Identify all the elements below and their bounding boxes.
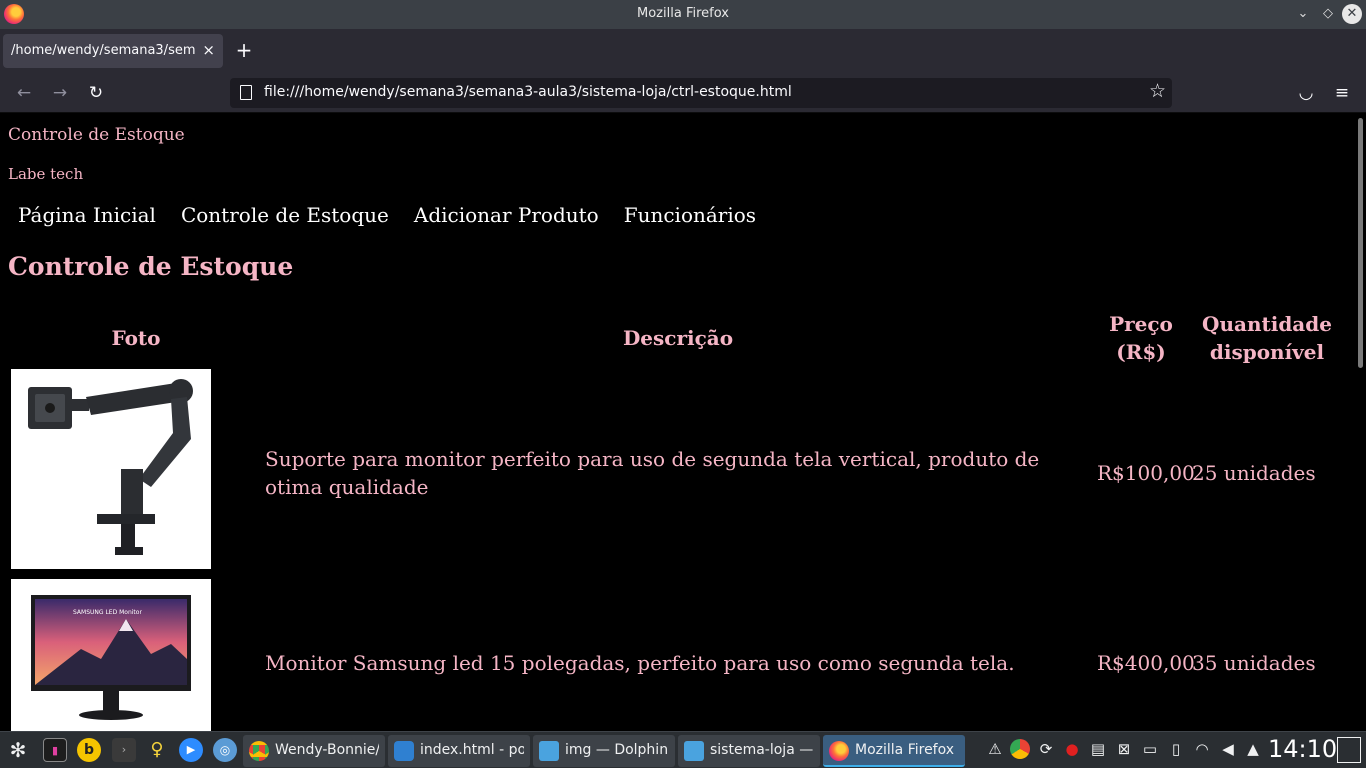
tray-expand-icon[interactable]: ▲ xyxy=(1243,739,1263,759)
page-heading: Controle de Estoque xyxy=(8,252,294,281)
tab-close-icon[interactable]: × xyxy=(202,41,215,59)
col-header-preco: Preço (R$) xyxy=(1109,312,1173,364)
lightbulb-icon[interactable]: ♀ xyxy=(145,738,169,762)
task-label: sistema-loja — ... xyxy=(710,742,814,758)
samsung-monitor-illustration xyxy=(11,579,211,731)
screenshot-icon[interactable]: ⊠ xyxy=(1114,739,1134,759)
row2-quantidade: 35 unidades xyxy=(1192,651,1316,675)
col-header-descricao: Descrição xyxy=(622,326,734,350)
wifi-icon[interactable]: ◠ xyxy=(1192,739,1212,759)
menu-item-pagina-inicial[interactable]: Página Inicial xyxy=(18,203,156,227)
row2-descricao: Monitor Samsung led 15 polegadas, perfei… xyxy=(265,651,1015,675)
menu-item-funcionarios[interactable]: Funcionários xyxy=(624,203,756,227)
product-image-samsung-monitor: SAMSUNG LED Monitor xyxy=(11,579,211,731)
notifications-icon[interactable]: ⚠ xyxy=(985,739,1005,759)
clock[interactable]: 14:10 xyxy=(1268,735,1337,763)
alert-tray-icon[interactable]: ● xyxy=(1062,739,1082,759)
col-header-quantidade: Quantidade disponível xyxy=(1202,312,1332,364)
zoom-icon[interactable]: ▶ xyxy=(179,738,203,762)
pocket-icon[interactable]: ◡ xyxy=(1294,81,1318,105)
folder-icon xyxy=(539,741,559,761)
window-titlebar: Mozilla Firefox ⌄ ◇ ✕ xyxy=(0,0,1366,29)
task-label: index.html - po... xyxy=(420,742,524,758)
url-bar[interactable]: file:///home/wendy/semana3/semana3-aula3… xyxy=(230,78,1172,108)
minimize-icon[interactable]: ⌄ xyxy=(1293,4,1313,24)
url-text[interactable]: file:///home/wendy/semana3/semana3-aula3… xyxy=(264,84,792,100)
row2-preco: R$400,00 xyxy=(1097,651,1195,675)
task-label: img — Dolphin xyxy=(565,742,669,758)
bitwarden-like-app-icon[interactable]: b xyxy=(77,738,101,762)
vscode-icon xyxy=(394,741,414,761)
task-firefox[interactable]: Mozilla Firefox xyxy=(823,735,965,767)
reload-button[interactable]: ↻ xyxy=(84,81,108,105)
tab-label: /home/wendy/semana3/semana3-aula3/sistem… xyxy=(11,43,196,58)
maximize-icon[interactable]: ◇ xyxy=(1318,4,1338,24)
page-scrollbar[interactable] xyxy=(1356,114,1366,731)
show-desktop-button[interactable] xyxy=(1337,737,1361,763)
menu-item-adicionar-produto[interactable]: Adicionar Produto xyxy=(414,203,599,227)
monitor-arm-illustration xyxy=(11,369,211,569)
browser-tab[interactable]: /home/wendy/semana3/semana3-aula3/sistem… xyxy=(3,34,223,68)
navigation-toolbar: ← → ↻ file:///home/wendy/semana3/semana3… xyxy=(0,73,1366,113)
app-menu-button[interactable]: ≡ xyxy=(1330,81,1354,105)
task-dolphin-img[interactable]: img — Dolphin xyxy=(533,735,675,767)
clipboard-icon[interactable]: ▤ xyxy=(1088,739,1108,759)
folder-icon xyxy=(684,741,704,761)
usb-device-icon[interactable]: ▯ xyxy=(1166,739,1186,759)
bookmark-star-icon[interactable]: ☆ xyxy=(1149,80,1166,102)
scrollbar-thumb[interactable] xyxy=(1358,118,1363,368)
row1-descricao: Suporte para monitor perfeito para uso d… xyxy=(265,447,1040,499)
new-tab-button[interactable]: + xyxy=(232,39,256,63)
battery-icon[interactable]: ▭ xyxy=(1140,739,1160,759)
page-icon xyxy=(240,85,252,100)
task-vscode[interactable]: index.html - po... xyxy=(388,735,530,767)
remote-desktop-icon[interactable]: ◎ xyxy=(213,738,237,762)
terminal-icon[interactable]: ▮ xyxy=(43,738,67,762)
chrome-icon xyxy=(249,741,269,761)
update-icon[interactable]: ⟳ xyxy=(1036,739,1056,759)
back-button[interactable]: ← xyxy=(12,81,36,105)
row1-preco: R$100,00 xyxy=(1097,461,1195,485)
forward-button[interactable]: → xyxy=(48,81,72,105)
chrome-tray-icon[interactable] xyxy=(1010,739,1030,759)
task-label: Wendy-Bonnie/... xyxy=(275,742,379,758)
col-header-foto: Foto xyxy=(111,326,161,350)
row1-quantidade: 25 unidades xyxy=(1192,461,1316,485)
product-image-monitor-arm xyxy=(11,369,211,569)
system-taskbar: ✻ ▮ b › ♀ ▶ ◎ Wendy-Bonnie/... index.htm… xyxy=(0,731,1366,768)
task-label: Mozilla Firefox xyxy=(855,742,955,758)
site-subtitle: Labe tech xyxy=(8,165,84,183)
tab-strip: /home/wendy/semana3/semana3-aula3/sistem… xyxy=(0,29,1366,73)
task-chrome[interactable]: Wendy-Bonnie/... xyxy=(243,735,385,767)
volume-icon[interactable]: ◀ xyxy=(1218,739,1238,759)
site-menu: Página Inicial Controle de Estoque Adici… xyxy=(18,203,756,227)
task-dolphin-sistema-loja[interactable]: sistema-loja — ... xyxy=(678,735,820,767)
close-window-icon[interactable]: ✕ xyxy=(1342,4,1362,24)
app-launcher-icon[interactable]: ✻ xyxy=(6,738,30,762)
site-title: Controle de Estoque xyxy=(8,125,185,145)
menu-item-controle-estoque[interactable]: Controle de Estoque xyxy=(181,203,389,227)
page-content: Controle de Estoque Labe tech Página Ini… xyxy=(0,114,1356,731)
monitor-brand-label: SAMSUNG LED Monitor xyxy=(73,609,142,616)
window-title: Mozilla Firefox xyxy=(637,6,729,21)
console-icon[interactable]: › xyxy=(112,738,136,762)
firefox-icon xyxy=(829,741,849,761)
